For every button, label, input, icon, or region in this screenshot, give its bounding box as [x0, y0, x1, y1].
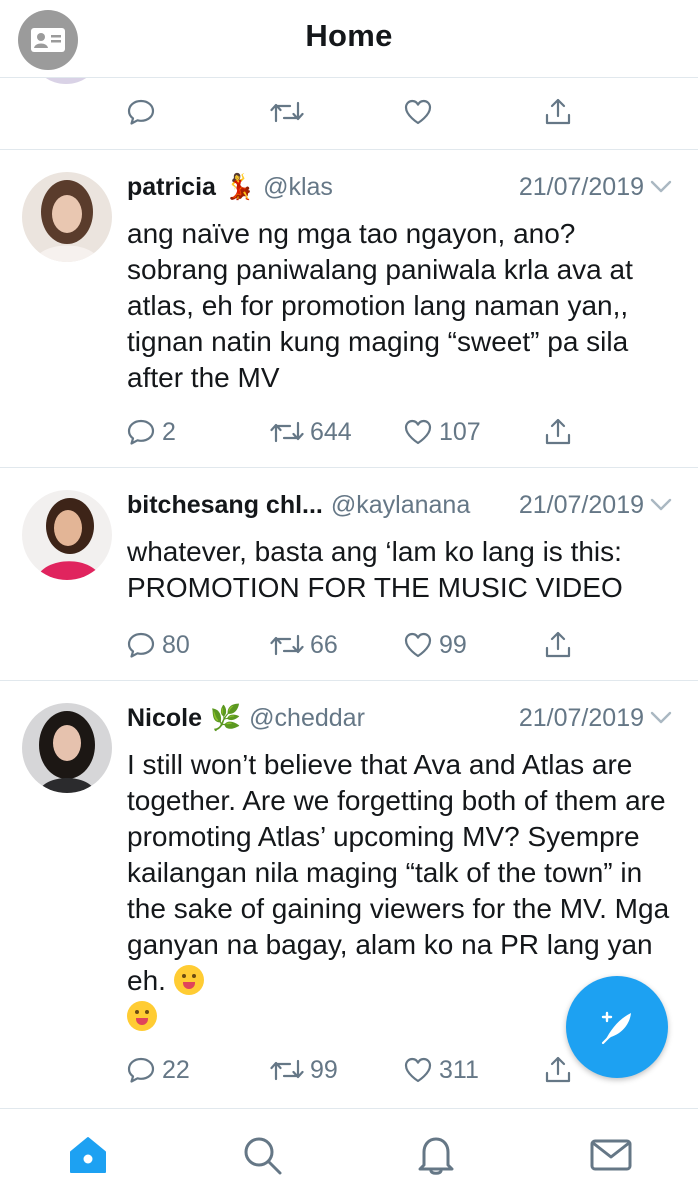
home-icon	[70, 1137, 106, 1173]
reply-count: 2	[162, 417, 176, 446]
share-button[interactable]	[543, 625, 573, 665]
home-tab[interactable]	[66, 1133, 110, 1177]
heart-icon	[404, 1057, 432, 1083]
heart-icon	[404, 632, 432, 658]
share-button[interactable]	[543, 1050, 573, 1090]
like-count: 107	[439, 417, 481, 446]
like-button[interactable]: 311	[403, 1050, 479, 1090]
reply-button[interactable]	[126, 92, 156, 132]
share-icon	[545, 631, 571, 658]
previous-tweet	[0, 78, 698, 150]
heart-icon	[404, 419, 432, 445]
retweet-icon	[270, 634, 304, 656]
heart-icon	[404, 99, 432, 125]
reply-icon	[127, 1057, 155, 1083]
like-count: 311	[439, 1055, 479, 1084]
tweet-header: bitchesang chl... @kaylanana 21/07/2019	[127, 488, 672, 522]
compose-feather-icon	[601, 1011, 631, 1045]
tweet[interactable]: patricia 💃 @klas 21/07/2019 ang naïve ng…	[0, 150, 698, 468]
reply-count: 80	[162, 630, 190, 659]
retweet-count: 99	[310, 1055, 338, 1084]
reply-icon	[127, 99, 155, 125]
reply-button[interactable]: 2	[126, 412, 176, 452]
user-handle[interactable]: @cheddar	[249, 704, 515, 733]
winking-tongue-emoji	[127, 1001, 157, 1031]
reply-button[interactable]: 80	[126, 625, 190, 665]
share-icon	[545, 98, 571, 125]
mail-icon	[590, 1139, 632, 1171]
tweet-header: patricia 💃 @klas 21/07/2019	[127, 170, 672, 204]
avatar[interactable]	[22, 703, 112, 793]
tweet-date: 21/07/2019	[518, 703, 644, 732]
share-icon	[545, 418, 571, 445]
tweet-text: ang naïve ng mga tao ngayon, ano? sobran…	[127, 218, 633, 393]
tweet-actions: 2 644 107	[0, 412, 698, 452]
retweet-button[interactable]: 66	[270, 625, 338, 665]
retweet-button[interactable]: 99	[270, 1050, 338, 1090]
winking-tongue-emoji	[173, 965, 204, 995]
retweet-count: 644	[310, 417, 352, 446]
page-title: Home	[305, 18, 393, 53]
tweet-actions	[0, 92, 698, 132]
reply-button[interactable]: 22	[126, 1050, 190, 1090]
name-emoji: 💃	[223, 172, 256, 201]
reply-icon	[127, 632, 155, 658]
retweet-button[interactable]: 644	[270, 412, 352, 452]
avatar	[36, 78, 96, 84]
retweet-icon	[270, 421, 304, 443]
tweet-text-body: I still won’t believe that Ava and Atlas…	[127, 749, 670, 996]
chevron-down-icon[interactable]	[650, 498, 672, 512]
retweet-count: 66	[310, 630, 338, 659]
tweet-text: whatever, basta ang ‘lam ko lang is this…	[127, 536, 623, 603]
display-name[interactable]: bitchesang chl...	[127, 491, 323, 520]
name-emoji: 🌿	[210, 703, 242, 732]
share-button[interactable]	[543, 92, 573, 132]
share-button[interactable]	[543, 412, 573, 452]
share-icon	[545, 1056, 571, 1083]
retweet-icon	[270, 1059, 304, 1081]
reply-count: 22	[162, 1055, 190, 1084]
bottom-tab-bar	[0, 1108, 698, 1200]
display-name[interactable]: Nicole	[127, 704, 202, 733]
notifications-tab[interactable]	[414, 1133, 458, 1177]
avatar[interactable]	[22, 172, 112, 262]
display-name[interactable]: patricia	[127, 173, 216, 202]
retweet-icon	[270, 101, 304, 123]
bell-icon	[418, 1137, 454, 1175]
chevron-down-icon[interactable]	[650, 711, 672, 725]
avatar[interactable]	[22, 490, 112, 580]
tweet-date: 21/07/2019	[518, 172, 644, 201]
messages-tab[interactable]	[589, 1133, 633, 1177]
retweet-button[interactable]	[270, 92, 304, 132]
like-button[interactable]: 107	[403, 412, 481, 452]
top-bar: Home	[0, 0, 698, 78]
tweet-header: Nicole 🌿 @cheddar 21/07/2019	[127, 701, 672, 735]
user-handle[interactable]: @kaylanana	[331, 491, 515, 520]
like-button[interactable]	[403, 92, 433, 132]
reply-icon	[127, 419, 155, 445]
tweet-actions: 80 66 99	[0, 625, 698, 665]
tweet[interactable]: bitchesang chl... @kaylanana 21/07/2019 …	[0, 468, 698, 681]
like-count: 99	[439, 630, 467, 659]
compose-tweet-button[interactable]	[566, 976, 668, 1078]
search-tab[interactable]	[240, 1133, 284, 1177]
tweet-date: 21/07/2019	[518, 490, 644, 519]
search-icon	[244, 1137, 282, 1175]
like-button[interactable]: 99	[403, 625, 467, 665]
chevron-down-icon[interactable]	[650, 180, 672, 194]
user-handle[interactable]: @klas	[263, 173, 515, 202]
